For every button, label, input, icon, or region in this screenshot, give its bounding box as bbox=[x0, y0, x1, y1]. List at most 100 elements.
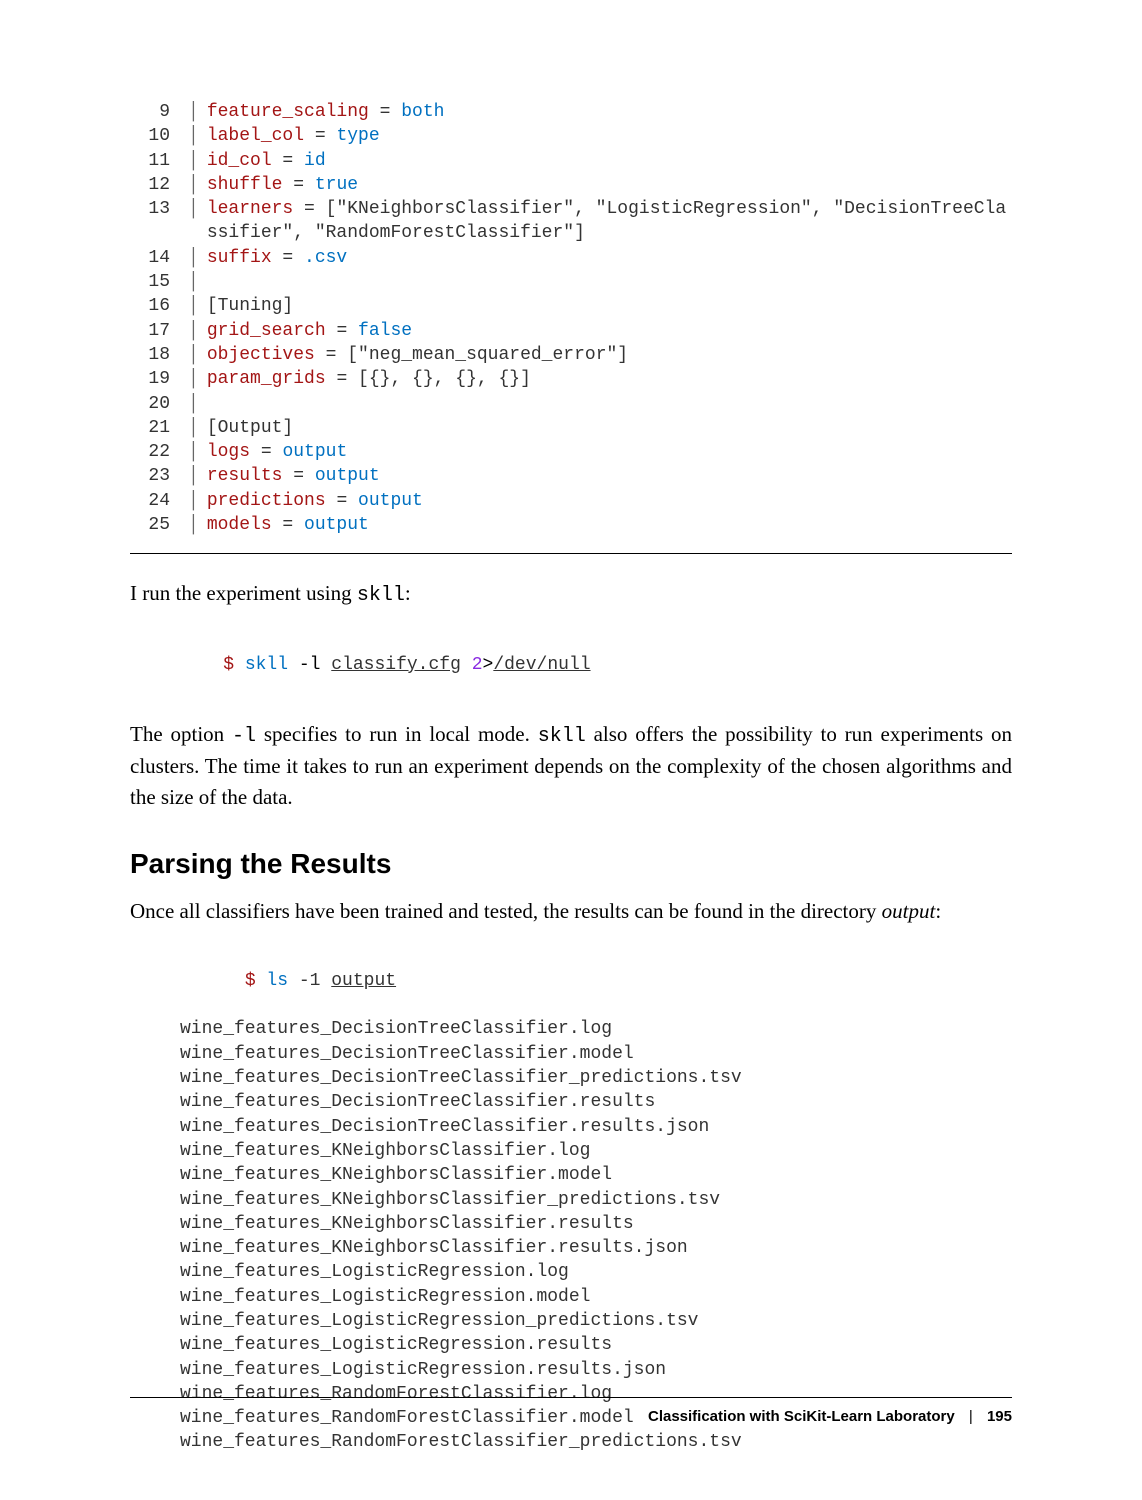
code-content: label_col = type bbox=[207, 124, 380, 148]
code-line: 20 │ bbox=[130, 392, 1012, 416]
code-token: = bbox=[304, 126, 336, 146]
code-content: [Tuning] bbox=[207, 294, 293, 318]
text: : bbox=[935, 899, 941, 923]
section-heading-parsing: Parsing the Results bbox=[130, 848, 1012, 880]
code-line: 10 │ label_col = type bbox=[130, 124, 1012, 148]
code-content: learners = ["KNeighborsClassifier", "Log… bbox=[207, 197, 1012, 246]
page-footer: Classification with SciKit-Learn Laborat… bbox=[130, 1397, 1012, 1425]
code-token: param_grids bbox=[207, 369, 326, 389]
page: 9 │ feature_scaling = both 10 │ label_col = t… bbox=[0, 0, 1142, 1500]
code-token: results bbox=[207, 466, 283, 486]
code-token: id_col bbox=[207, 151, 272, 171]
code-token: logs bbox=[207, 442, 250, 462]
code-content: grid_search = false bbox=[207, 319, 412, 343]
gutter-bar: │ bbox=[188, 440, 199, 464]
code-token: = bbox=[326, 369, 358, 389]
line-number: 15 bbox=[130, 270, 170, 294]
cmd: skll bbox=[245, 655, 288, 675]
code-token: objectives bbox=[207, 345, 315, 365]
config-code-block: 9 │ feature_scaling = both 10 │ label_col = t… bbox=[130, 100, 1012, 537]
line-number: 10 bbox=[130, 124, 170, 148]
paragraph-run-experiment: I run the experiment using skll: bbox=[130, 578, 1012, 610]
code-line: 15 │ bbox=[130, 270, 1012, 294]
line-number: 12 bbox=[130, 173, 170, 197]
text: : bbox=[405, 581, 411, 605]
gutter-bar: │ bbox=[188, 270, 199, 294]
line-number: 23 bbox=[130, 464, 170, 488]
code-content: logs = output bbox=[207, 440, 347, 464]
text: Once all classifiers have been trained a… bbox=[130, 899, 882, 923]
inline-code: -l bbox=[232, 725, 256, 748]
code-token: = bbox=[272, 248, 304, 268]
code-line: 23│results = output bbox=[130, 464, 1012, 488]
code-content: feature_scaling = both bbox=[207, 100, 445, 124]
cmd: ls bbox=[266, 971, 288, 991]
output-file: wine_features_KNeighborsClassifier.model bbox=[180, 1163, 1012, 1187]
arg: /dev/null bbox=[493, 655, 590, 675]
code-token: [Tuning] bbox=[207, 296, 293, 316]
text: The option bbox=[130, 722, 232, 746]
code-token: ["KNeighborsClassifier", "LogisticRegres… bbox=[207, 199, 1006, 243]
code-token: learners bbox=[207, 199, 293, 219]
code-token: output bbox=[304, 515, 369, 535]
code-content: predictions = output bbox=[207, 489, 423, 513]
line-number: 19 bbox=[130, 367, 170, 391]
code-line: 16│[Tuning] bbox=[130, 294, 1012, 318]
line-number: 22 bbox=[130, 440, 170, 464]
fd-num: 2 bbox=[472, 655, 483, 675]
code-token: = bbox=[326, 491, 358, 511]
code-token: shuffle bbox=[207, 175, 283, 195]
ls-output-block: $ ls -1 output wine_features_DecisionTre… bbox=[180, 945, 1012, 1455]
code-token: output bbox=[358, 491, 423, 511]
line-number: 16 bbox=[130, 294, 170, 318]
output-file: wine_features_LogisticRegression.model bbox=[180, 1285, 1012, 1309]
command-ls: $ ls -1 output bbox=[180, 945, 1012, 1018]
line-number: 14 bbox=[130, 246, 170, 270]
code-content: param_grids = [{}, {}, {}, {}] bbox=[207, 367, 531, 391]
code-line: 18│objectives = ["neg_mean_squared_error… bbox=[130, 343, 1012, 367]
line-number: 13 bbox=[130, 197, 170, 246]
output-file: wine_features_LogisticRegression_predict… bbox=[180, 1309, 1012, 1333]
code-line: 19 │ param_grids = [{}, {}, {}, {}] bbox=[130, 367, 1012, 391]
paragraph-results-intro: Once all classifiers have been trained a… bbox=[130, 896, 1012, 926]
inline-code: skll bbox=[357, 584, 405, 607]
gutter-bar: │ bbox=[188, 392, 199, 416]
output-file: wine_features_DecisionTreeClassifier.mod… bbox=[180, 1042, 1012, 1066]
gutter-bar: │ bbox=[188, 416, 199, 440]
code-content: objectives = ["neg_mean_squared_error"] bbox=[207, 343, 628, 367]
gutter-bar: │ bbox=[188, 464, 199, 488]
output-file: wine_features_LogisticRegression.log bbox=[180, 1260, 1012, 1284]
gutter-bar: │ bbox=[188, 124, 199, 148]
opt: -l bbox=[288, 655, 331, 675]
code-token: = bbox=[272, 515, 304, 535]
code-token: ["neg_mean_squared_error"] bbox=[347, 345, 628, 365]
gutter-bar: │ bbox=[188, 367, 199, 391]
output-file: wine_features_KNeighborsClassifier.log bbox=[180, 1139, 1012, 1163]
code-token: = bbox=[272, 151, 304, 171]
code-content: models = output bbox=[207, 513, 369, 537]
emphasis: output bbox=[882, 899, 936, 923]
code-block-rule bbox=[130, 553, 1012, 554]
arg: classify.cfg bbox=[331, 655, 461, 675]
gutter-bar: │ bbox=[188, 489, 199, 513]
line-number: 24 bbox=[130, 489, 170, 513]
code-content: shuffle = true bbox=[207, 173, 358, 197]
line-number: 17 bbox=[130, 319, 170, 343]
code-token: = bbox=[293, 199, 325, 219]
code-token: grid_search bbox=[207, 321, 326, 341]
code-token: feature_scaling bbox=[207, 102, 369, 122]
code-line: 11│id_col = id bbox=[130, 149, 1012, 173]
code-line: 24 │ predictions = output bbox=[130, 489, 1012, 513]
output-file: wine_features_RandomForestClassifier_pre… bbox=[180, 1430, 1012, 1454]
code-token: = bbox=[326, 321, 358, 341]
line-number: 20 bbox=[130, 392, 170, 416]
code-line: 21│[Output] bbox=[130, 416, 1012, 440]
output-file: wine_features_DecisionTreeClassifier.res… bbox=[180, 1115, 1012, 1139]
code-content: suffix = .csv bbox=[207, 246, 347, 270]
paragraph-option-l: The option -l specifies to run in local … bbox=[130, 719, 1012, 812]
code-token: = bbox=[369, 102, 401, 122]
line-number: 11 bbox=[130, 149, 170, 173]
text: I run the experiment using bbox=[130, 581, 357, 605]
gutter-bar: │ bbox=[188, 100, 199, 124]
line-number: 9 bbox=[130, 100, 170, 124]
